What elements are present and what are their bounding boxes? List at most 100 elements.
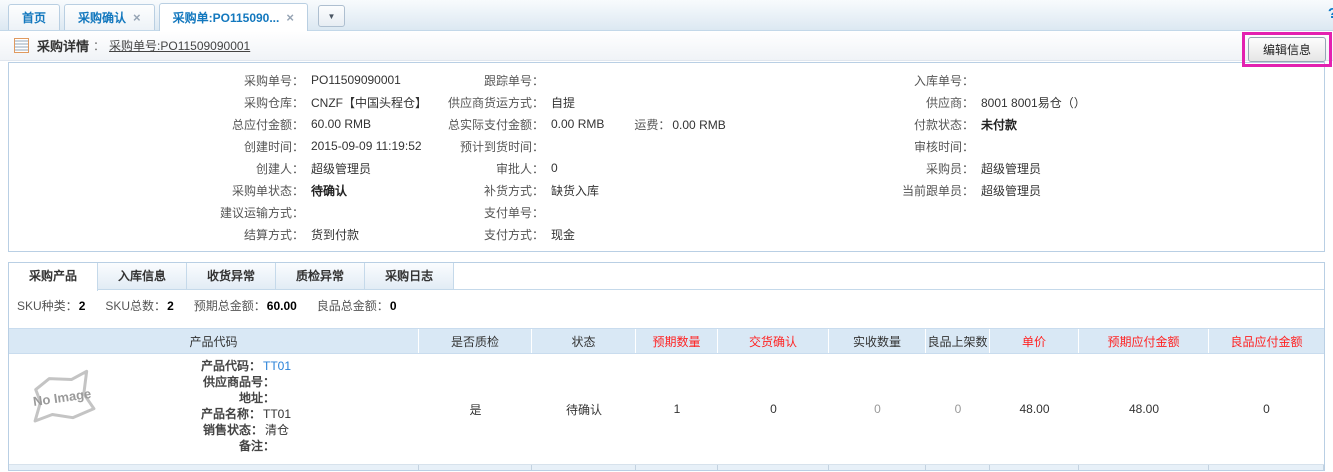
col-delivery-confirm: 交货确认 — [718, 329, 829, 353]
detail-label: 创建人： — [255, 161, 304, 176]
detail-label: 支付方式： — [483, 227, 544, 242]
detail-label: 采购单号： — [243, 73, 304, 88]
product-field-label: 地址： — [238, 391, 275, 405]
cell-status: 待确认 — [565, 402, 602, 417]
cell-good-shelved: 0 — [954, 402, 962, 416]
product-cell: No Image 产品代码： TT01 供应商品号： 地址： 产品名称： TT01 … — [9, 354, 419, 464]
col-unit-price: 单价 — [990, 329, 1079, 353]
tab-purchase-log[interactable]: 采购日志 — [365, 263, 455, 289]
tab-receiving-exception[interactable]: 收货异常 — [187, 263, 277, 289]
detail-value: 缺货入库 — [551, 183, 600, 198]
col-expected-payable: 预期应付金额 — [1079, 329, 1209, 353]
summary-sku-total: SKU总数：2 — [105, 298, 174, 313]
detail-label: 创建时间： — [243, 139, 304, 154]
detail-label: 预计到货时间： — [459, 139, 544, 154]
cell-delivery-confirm: 0 — [770, 402, 777, 416]
detail-value: 60.00 RMB — [311, 117, 372, 131]
table-header-row: 产品代码 是否质检 状态 预期数量 交货确认 实收数量 良品上架数 单价 预期应… — [9, 328, 1324, 354]
purchase-products-panel: 采购产品 入库信息 收货异常 质检异常 采购日志 SKU种类：2 SKU总数：2… — [8, 262, 1325, 471]
detail-row: 采购单状态： 待确认 补货方式： 缺货入库 当前跟单员： 超级管理员 — [9, 179, 1324, 201]
product-field-value: 清仓 — [265, 423, 290, 437]
next-row-preview — [9, 464, 1324, 470]
detail-label: 总实际支付金额： — [447, 117, 544, 132]
detail-value: 0.00 RMB — [672, 117, 726, 132]
summary-expected-amount: 预期总金额：60.00 — [193, 298, 297, 313]
col-received-qty: 实收数量 — [829, 329, 926, 353]
close-icon[interactable]: × — [286, 11, 294, 24]
detail-label: 入库单号： — [913, 73, 974, 88]
detail-label: 供应商： — [925, 95, 974, 110]
tab-home-label: 首页 — [22, 11, 47, 25]
title-separator: ： — [93, 39, 106, 53]
product-field-label: 产品名称： — [200, 407, 261, 421]
detail-row: 创建人： 超级管理员 审批人： 0 采购员： 超级管理员 — [9, 157, 1324, 179]
detail-label: 结算方式： — [243, 227, 304, 242]
product-field-label: 销售状态： — [202, 423, 263, 437]
tab-purchase-confirm-label: 采购确认 — [78, 11, 127, 25]
product-code-link[interactable]: TT01 — [263, 359, 291, 373]
tab-purchase-products[interactable]: 采购产品 — [9, 263, 99, 291]
order-number-link[interactable]: 采购单号:PO11509090001 — [109, 37, 250, 54]
order-details-panel: 采购单号： PO11509090001 跟踪单号： 入库单号： 采购仓库： CNZF… — [8, 62, 1325, 252]
detail-value: 2015-09-09 11:19:52 — [311, 139, 422, 153]
detail-value: 货到付款 — [311, 227, 360, 242]
page-header: 采购详情 ： 采购单号:PO11509090001 编辑信息 — [0, 31, 1333, 67]
detail-label: 当前跟单员： — [901, 183, 974, 198]
detail-value: 自提 — [551, 95, 576, 110]
payment-status-value: 未付款 — [981, 117, 1018, 132]
freight-field: 运费： 0.00 RMB — [634, 116, 725, 133]
detail-label: 建议运输方式： — [219, 205, 304, 220]
tab-purchase-order[interactable]: 采购单:PO115090... × — [158, 3, 308, 31]
top-tab-bar: 首页 采购确认 × 采购单:PO115090... × ▼ ? — [0, 0, 1333, 31]
tab-purchase-confirm[interactable]: 采购确认 × — [64, 4, 155, 30]
help-icon[interactable]: ? — [1328, 5, 1333, 22]
tab-inbound-info[interactable]: 入库信息 — [98, 263, 188, 289]
document-icon — [14, 38, 29, 53]
col-qc-required: 是否质检 — [419, 329, 532, 353]
cell-unit-price: 48.00 — [1019, 402, 1050, 416]
detail-value: 超级管理员 — [311, 161, 372, 176]
product-field-value: TT01 — [263, 407, 292, 421]
detail-row: 建议运输方式： 支付单号： — [9, 201, 1324, 223]
detail-label: 采购员： — [925, 161, 974, 176]
detail-label: 跟踪单号： — [483, 73, 544, 88]
detail-row: 总应付金额： 60.00 RMB 总实际支付金额： 0.00 RMB 运费： 0.00… — [9, 113, 1324, 135]
col-status: 状态 — [532, 329, 636, 353]
sub-tab-bar: 采购产品 入库信息 收货异常 质检异常 采购日志 — [9, 263, 1324, 291]
cell-good-payable: 0 — [1263, 402, 1270, 416]
detail-value: 超级管理员 — [981, 183, 1042, 198]
close-icon[interactable]: × — [133, 11, 141, 24]
tab-purchase-order-label: 采购单:PO115090... — [172, 11, 280, 25]
product-info: 产品代码： TT01 供应商品号： 地址： 产品名称： TT01 销售状态： 清仓 备… — [109, 358, 291, 454]
col-good-shelved: 良品上架数 — [926, 329, 990, 353]
detail-value: 8001 8001易仓（） — [981, 95, 1086, 110]
no-image-placeholder: No Image — [32, 369, 96, 423]
detail-label: 供应商货运方式： — [447, 95, 544, 110]
col-expected-qty: 预期数量 — [636, 329, 718, 353]
detail-row: 采购单号： PO11509090001 跟踪单号： 入库单号： — [9, 69, 1324, 91]
detail-row: 创建时间： 2015-09-09 11:19:52 预计到货时间： 审核时间： — [9, 135, 1324, 157]
tab-list-dropdown[interactable]: ▼ — [317, 5, 345, 27]
cell-received-qty: 0 — [874, 402, 881, 416]
summary-sku-types: SKU种类：2 — [17, 298, 86, 313]
table-row: No Image 产品代码： TT01 供应商品号： 地址： 产品名称： TT01 … — [9, 354, 1324, 464]
product-field-label: 供应商品号： — [202, 375, 275, 389]
chevron-down-icon: ▼ — [327, 11, 336, 21]
detail-label: 采购单状态： — [231, 183, 304, 198]
detail-row: 采购仓库： CNZF【中国头程仓】 供应商货运方式： 自提 供应商： 8001 800… — [9, 91, 1324, 113]
tab-home[interactable]: 首页 — [8, 4, 61, 30]
detail-value: 超级管理员 — [981, 161, 1042, 176]
detail-row: 结算方式： 货到付款 支付方式： 现金 — [9, 223, 1324, 245]
tab-qc-exception[interactable]: 质检异常 — [276, 263, 366, 289]
detail-value: 0.00 RMB — [551, 117, 605, 131]
detail-value: CNZF【中国头程仓】 — [311, 95, 427, 110]
order-status-value: 待确认 — [311, 183, 348, 198]
detail-label: 付款状态： — [913, 117, 974, 132]
product-field-label: 产品代码： — [200, 359, 261, 373]
detail-label: 审核时间： — [913, 139, 974, 154]
sku-summary-bar: SKU种类：2 SKU总数：2 预期总金额：60.00 良品总金额：0 — [9, 290, 1324, 320]
edit-info-button[interactable]: 编辑信息 — [1247, 37, 1326, 62]
detail-value: 现金 — [551, 227, 576, 242]
no-image-label: No Image — [32, 386, 92, 409]
col-good-payable: 良品应付金额 — [1230, 334, 1303, 349]
